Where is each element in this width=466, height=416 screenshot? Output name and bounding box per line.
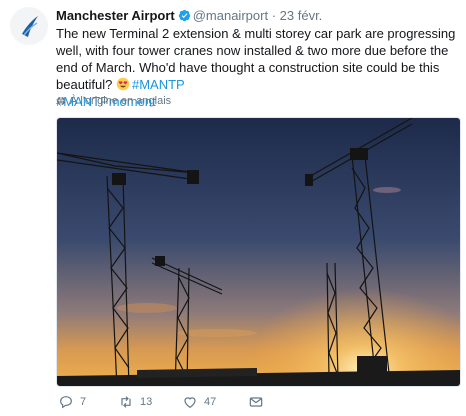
reply-button[interactable]: 7 — [58, 394, 86, 410]
retweet-count: 13 — [140, 396, 153, 408]
like-count: 47 — [204, 396, 217, 408]
retweet-button[interactable]: 13 — [118, 394, 152, 410]
tweet-photo[interactable] — [56, 117, 461, 387]
author-handle[interactable]: @manairport — [193, 8, 268, 23]
verified-icon — [178, 9, 191, 26]
reply-count: 7 — [80, 396, 87, 408]
construction-cranes-sunset-photo — [57, 118, 460, 386]
like-icon — [184, 397, 196, 409]
tweet-header: Manchester Airport @manairport · 23 févr. — [56, 8, 322, 26]
separator: · — [271, 8, 277, 23]
hashtag-mantp[interactable]: #MANTP — [132, 77, 185, 92]
avatar[interactable] — [10, 7, 48, 45]
translation-label: À l'origine en anglais — [70, 95, 172, 107]
direct-message-button[interactable] — [248, 394, 264, 410]
reply-icon — [60, 396, 72, 409]
translation-note[interactable]: À l'origine en anglais — [56, 95, 171, 107]
tweet-date[interactable]: 23 févr. — [280, 8, 323, 23]
author-name[interactable]: Manchester Airport — [56, 8, 175, 23]
airport-logo-icon — [10, 7, 48, 45]
globe-icon — [56, 96, 66, 106]
emoji-heart-eyes-icon — [116, 77, 130, 91]
like-button[interactable]: 47 — [182, 394, 216, 410]
message-icon — [249, 397, 263, 407]
tweet: Manchester Airport @manairport · 23 févr.… — [0, 0, 466, 416]
retweet-icon — [121, 396, 131, 408]
